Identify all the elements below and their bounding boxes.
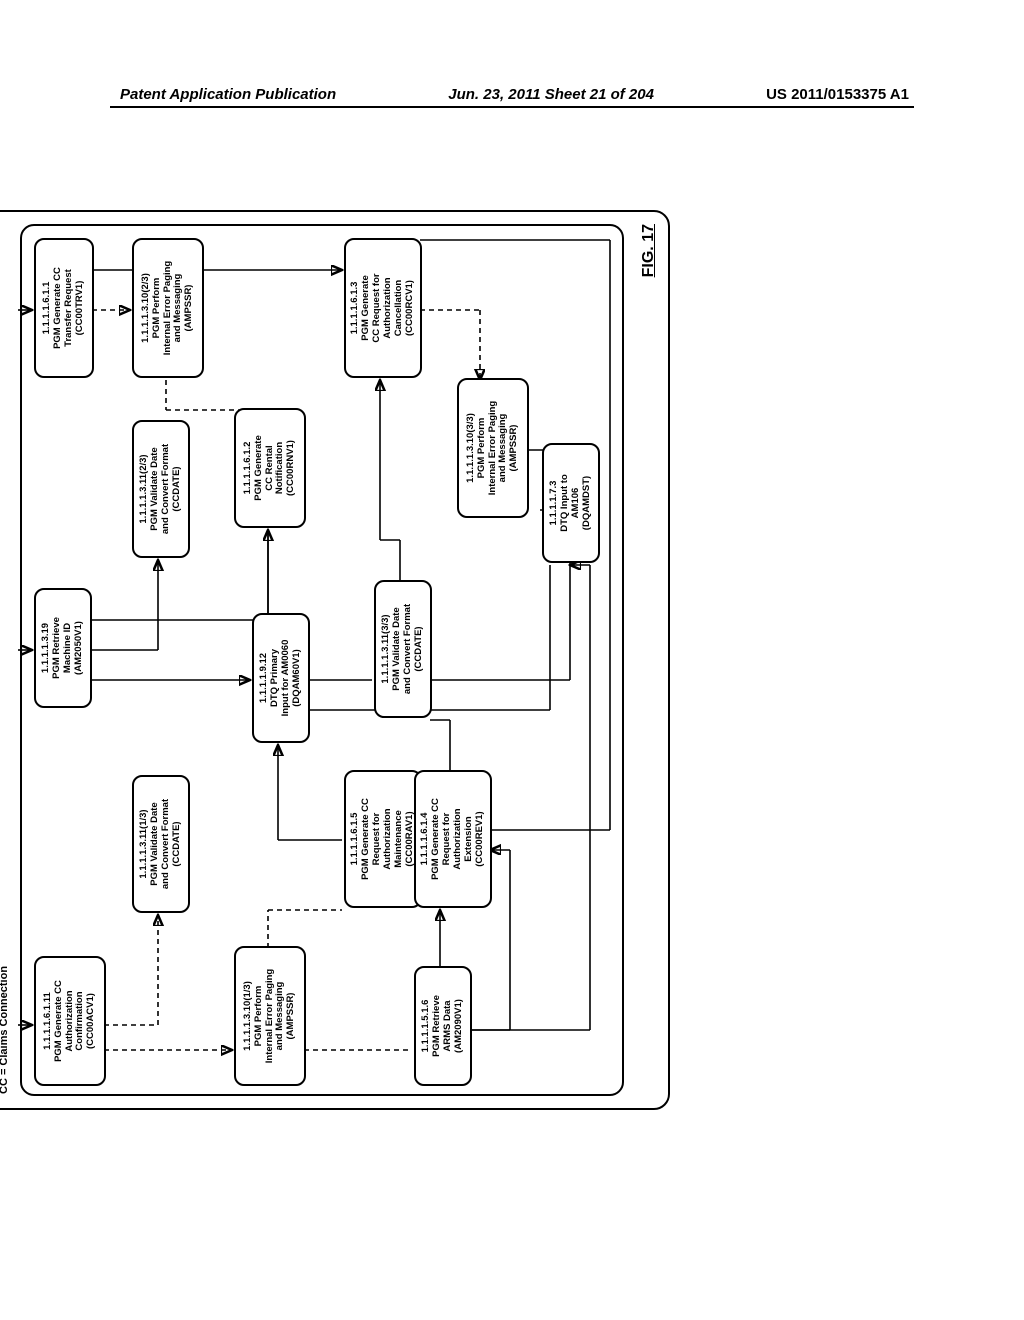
header-divider	[110, 106, 914, 108]
node-cc00acv1: 1.1.1.1.6.1.11PGM Generate CCAuthorizati…	[34, 956, 106, 1086]
node-am2050v1: 1.1.1.1.3.19PGM RetrieveMachine ID(AM205…	[34, 588, 92, 708]
header-center: Jun. 23, 2011 Sheet 21 of 204	[448, 86, 654, 103]
node-ampssr-3: 1.1.1.1.3.10(3/3)PGM PerformInternal Err…	[457, 378, 529, 518]
diagram-container: 1.1.1.1.6.1 AUT Generate Claims Connecti…	[70, 310, 970, 1010]
node-cc00rav1: 1.1.1.1.6.1.5PGM Generate CCRequest forA…	[344, 770, 422, 908]
header-left: Patent Application Publication	[120, 86, 336, 103]
header-right: US 2011/0153375 A1	[766, 86, 909, 103]
node-dqam60v1: 1.1.1.1.9.12DTQ PrimaryInput for AM0060(…	[252, 613, 310, 743]
node-cc00rnv1: 1.1.1.1.6.1.2PGM GenerateCC RentalNotifi…	[234, 408, 306, 528]
node-ampssr-1: 1.1.1.1.3.10(1/3)PGM PerformInternal Err…	[234, 946, 306, 1086]
node-am2090v1: 1.1.1.1.5.1.6PGM RetrieveARMS Data(AM209…	[414, 966, 472, 1086]
node-ccdate-2: 1.1.1.1.3.11(2/3)PGM Validate Dateand Co…	[132, 420, 190, 558]
node-ccdate-1: 1.1.1.1.3.11(1/3)PGM Validate Dateand Co…	[132, 775, 190, 913]
node-cc00rcv1: 1.1.1.1.6.1.3PGM GenerateCC Request forA…	[344, 238, 422, 378]
page-header: Patent Application Publication Jun. 23, …	[0, 86, 1024, 103]
node-dqamdst: 1.1.1.1.7.3DTQ Input toAM106(DQAMDST)	[542, 443, 600, 563]
node-cc00trv1: 1.1.1.1.6.1.1PGM Generate CCTransfer Req…	[34, 238, 94, 378]
node-ccdate-3: 1.1.1.1.3.11(3/3)PGM Validate Dateand Co…	[374, 580, 432, 718]
node-ampssr-2: 1.1.1.1.3.10(2/3)PGM PerformInternal Err…	[132, 238, 204, 378]
node-cc00rev1: 1.1.1.1.6.1.4PGM Generate CCRequest forA…	[414, 770, 492, 908]
